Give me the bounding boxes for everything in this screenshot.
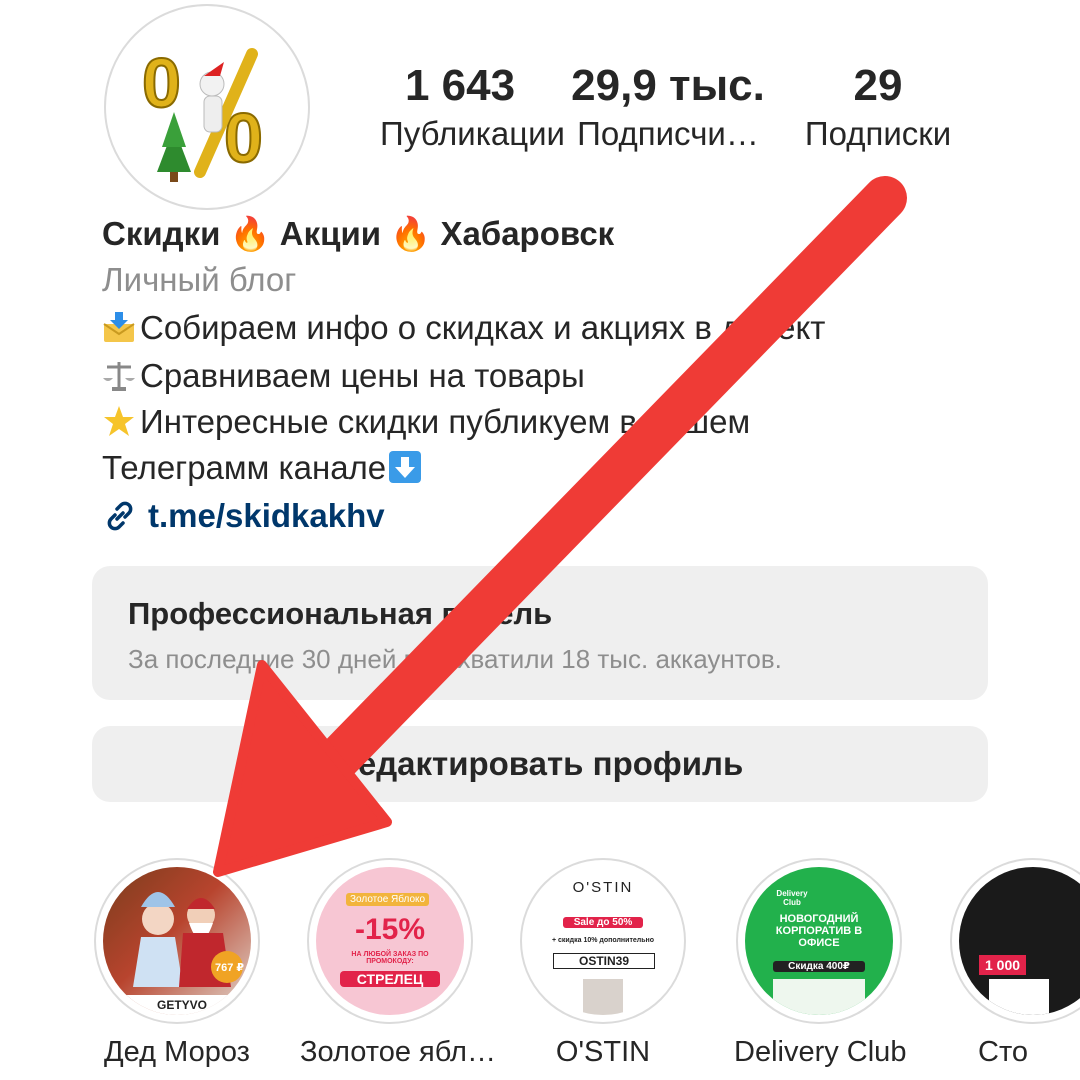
highlight-cover-brand: Delivery Club	[776, 889, 808, 907]
bio-line-1: Собираем инфо о скидках и акциях в дирек…	[102, 306, 825, 350]
highlight-cover-ring: Золотое Яблоко -15% НА ЛЮБОЙ ЗАКАЗ ПО ПР…	[307, 858, 473, 1024]
svg-text:0: 0	[142, 44, 181, 122]
highlight-cover-code: OSTIN39	[553, 953, 655, 969]
highlight-ded-moroz[interactable]: 767 ₽ GETYVO Дед Мороз	[92, 858, 262, 1069]
edit-profile-button[interactable]: Редактировать профиль	[92, 726, 988, 802]
highlight-cover-note: + скидка 10% дополнительно	[551, 937, 655, 944]
following-label: Подписки	[804, 115, 952, 152]
posts-label: Публикации	[380, 115, 565, 152]
down-arrow-icon	[389, 451, 422, 483]
followers-label: Подписчи…	[577, 115, 759, 152]
following-count: 29	[853, 61, 903, 110]
highlight-partial[interactable]: 1 000 Сто	[948, 858, 1080, 1069]
posts-count: 1 643	[404, 61, 516, 110]
edit-profile-label: Редактировать профиль	[336, 745, 744, 782]
avatar-image: 0 0	[112, 12, 302, 202]
highlight-cover: 767 ₽ GETYVO	[103, 867, 251, 1015]
highlight-cover-discount: -15%	[354, 913, 426, 946]
highlight-cover-ring: 767 ₽ GETYVO	[94, 858, 260, 1024]
highlight-cover-code: Скидка 400₽	[773, 961, 865, 972]
highlight-zolotoe-yabloko[interactable]: Золотое Яблоко -15% НА ЛЮБОЙ ЗАКАЗ ПО ПР…	[300, 858, 496, 1069]
highlight-cover-ring: 1 000	[950, 858, 1080, 1024]
highlight-cover-price: 767 ₽	[215, 962, 245, 974]
profile-name: Скидки 🔥 Акции 🔥 Хабаровск	[102, 215, 615, 252]
inbox-tray-icon	[103, 312, 135, 342]
highlight-cover-sale: Sale до 50%	[563, 917, 643, 928]
glowing-star-icon	[104, 406, 134, 436]
highlight-cover-title: НОВОГОДНИЙ КОРПОРАТИВ В ОФИСЕ	[775, 913, 863, 949]
bio-link[interactable]: t.me/skidkakhv	[102, 494, 385, 538]
bio-line-3: Интересные скидки публикуем в нашем	[102, 400, 750, 444]
highlight-cover: Delivery Club НОВОГОДНИЙ КОРПОРАТИВ В ОФ…	[745, 867, 893, 1015]
bio-line-4: Телеграмм канале	[102, 446, 426, 490]
highlight-cover-text: 1 000	[979, 955, 1027, 975]
professional-dashboard-title: Профессиональная панель	[128, 596, 553, 631]
profile-category: Личный блог	[102, 261, 297, 298]
professional-dashboard[interactable]: Профессиональная панель За последние 30 …	[92, 566, 988, 700]
highlight-cover-ring: O'STIN Sale до 50% + скидка 10% дополнит…	[520, 858, 686, 1024]
bio-line-2: Сравниваем цены на товары	[102, 354, 585, 398]
highlight-cover-code: СТРЕЛЕЦ	[340, 971, 440, 987]
highlight-cover-brand: O'STIN	[572, 879, 634, 896]
highlight-cover: Золотое Яблоко -15% НА ЛЮБОЙ ЗАКАЗ ПО ПР…	[316, 867, 464, 1015]
highlight-cover-note: НА ЛЮБОЙ ЗАКАЗ ПО ПРОМОКОДУ:	[351, 951, 429, 965]
highlight-cover-ring: Delivery Club НОВОГОДНИЙ КОРПОРАТИВ В ОФ…	[736, 858, 902, 1024]
highlight-label: Delivery Club	[734, 1036, 907, 1068]
stat-following[interactable]: 29 Подписки	[798, 62, 958, 154]
profile-avatar[interactable]: 0 0	[104, 4, 310, 210]
highlight-cover-photo	[583, 979, 623, 1015]
highlight-cover-card	[989, 979, 1049, 1015]
highlight-label: O'STIN	[555, 1036, 651, 1068]
highlight-label: Сто	[978, 1036, 1029, 1068]
highlight-cover: 1 000	[959, 867, 1080, 1015]
followers-count: 29,9 тыс.	[571, 61, 765, 110]
stat-posts[interactable]: 1 643 Публикации	[380, 61, 565, 154]
professional-dashboard-subtitle: За последние 30 дней вы охватили 18 тыс.…	[128, 644, 782, 674]
highlight-label: Дед Мороз	[104, 1036, 250, 1068]
stat-followers[interactable]: 29,9 тыс. Подписчи…	[568, 62, 768, 154]
link-icon	[107, 501, 133, 531]
santa-image	[103, 892, 251, 1015]
highlight-cover: O'STIN Sale до 50% + скидка 10% дополнит…	[529, 867, 677, 1015]
bio-line-4-text: Телеграмм канале	[102, 449, 387, 486]
highlight-label: Золотое ябл…	[300, 1036, 496, 1068]
balance-scale-icon	[103, 362, 135, 391]
highlight-ostin[interactable]: O'STIN Sale до 50% + скидка 10% дополнит…	[518, 858, 688, 1069]
highlight-cover-brand: Золотое Яблоко	[346, 893, 430, 906]
bio-link-text: t.me/skidkakhv	[148, 497, 385, 534]
highlight-cover-brand: GETYVO	[157, 998, 208, 1012]
bio-line-2-text: Сравниваем цены на товары	[140, 357, 585, 394]
bio-line-1-text: Собираем инфо о скидках и акциях в дирек…	[140, 309, 826, 346]
bio-line-3-text: Интересные скидки публикуем в нашем	[140, 403, 751, 440]
highlight-delivery-club[interactable]: Delivery Club НОВОГОДНИЙ КОРПОРАТИВ В ОФ…	[734, 858, 907, 1069]
highlight-cover-card	[773, 979, 865, 1015]
